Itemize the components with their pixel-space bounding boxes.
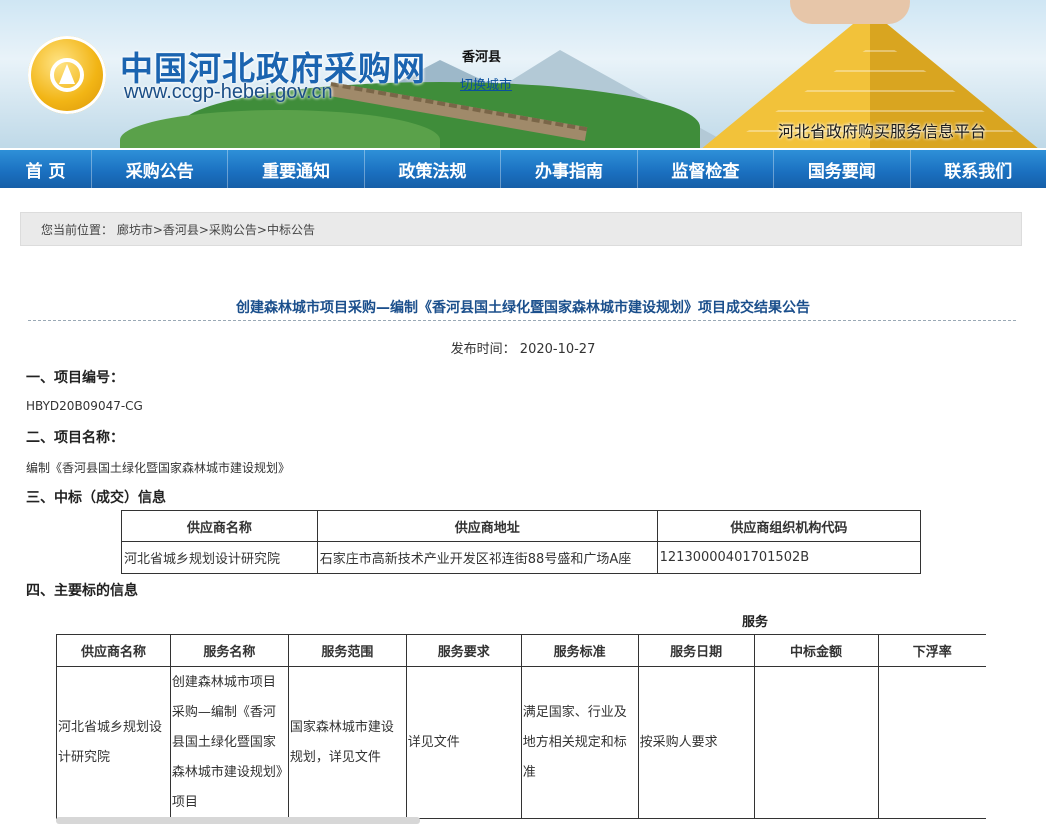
- horizontal-scrollbar[interactable]: [56, 817, 420, 824]
- header-banner: 中国河北政府采购网 www.ccgp-hebei.gov.cn 香河县 切换城市…: [0, 0, 1046, 148]
- cell-service-standard: 满足国家、行业及地方相关规定和标准: [520, 666, 639, 819]
- nav-guide[interactable]: 办事指南: [501, 150, 638, 188]
- cell-supplier-code: 12130000401701502B: [656, 541, 922, 574]
- col-award-amount: 中标金额: [753, 634, 879, 667]
- site-url: www.ccgp-hebei.gov.cn: [124, 81, 333, 103]
- platform-name: 河北省政府购买服务信息平台: [778, 122, 987, 141]
- table-header-row: 供应商名称 服务名称 服务范围 服务要求 服务标准 服务日期 中标金额 下浮率: [56, 634, 986, 667]
- main-nav: 首 页 采购公告 重要通知 政策法规 办事指南 监督检查 国务要闻 联系我们: [0, 150, 1046, 188]
- nav-important-notices[interactable]: 重要通知: [228, 150, 365, 188]
- col-service-standard: 服务标准: [520, 634, 639, 667]
- nav-procurement-notices[interactable]: 采购公告: [92, 150, 229, 188]
- nav-state-news[interactable]: 国务要闻: [774, 150, 911, 188]
- col-supplier-address: 供应商地址: [316, 510, 658, 542]
- cell-supplier-address: 石家庄市高新技术产业开发区祁连街88号盛和广场A座: [316, 541, 658, 574]
- section-award-info: 三、中标（成交）信息: [26, 490, 166, 506]
- col-discount-rate: 下浮率: [877, 634, 986, 667]
- cell-award-amount: [753, 666, 879, 819]
- col-supplier-code: 供应商组织机构代码: [656, 510, 922, 542]
- cell-service-date: 按采购人要求: [637, 666, 755, 819]
- service-table: 供应商名称 服务名称 服务范围 服务要求 服务标准 服务日期 中标金额 下浮率 …: [56, 634, 986, 819]
- col-supplier-name: 供应商名称: [121, 510, 318, 542]
- breadcrumb-text[interactable]: 您当前位置： 廊坊市>香河县>采购公告>中标公告: [41, 221, 315, 238]
- col-service-date: 服务日期: [637, 634, 755, 667]
- col-service-requirement: 服务要求: [405, 634, 522, 667]
- section-main-subject: 四、主要标的信息: [26, 583, 138, 599]
- supplier-table: 供应商名称 供应商地址 供应商组织机构代码 河北省城乡规划设计研究院 石家庄市高…: [121, 510, 922, 574]
- publish-time: 发布时间： 2020-10-27: [0, 338, 1046, 357]
- col-service-scope: 服务范围: [287, 634, 407, 667]
- table-header-row: 供应商名称 供应商地址 供应商组织机构代码: [121, 510, 922, 542]
- col-service-name: 服务名称: [169, 634, 289, 667]
- cell-service-requirement: 详见文件: [405, 666, 522, 819]
- hand-graphic: [790, 0, 910, 24]
- col-supplier-name: 供应商名称: [56, 634, 171, 667]
- nav-supervision[interactable]: 监督检查: [638, 150, 775, 188]
- publish-time-label: 发布时间：: [450, 342, 516, 357]
- section-project-name: 二、项目名称：: [26, 430, 124, 446]
- table-row: 河北省城乡规划设计研究院 创建森林城市项目采购—编制《香河县国土绿化暨国家森林城…: [56, 666, 986, 819]
- publish-date: 2020-10-27: [519, 342, 596, 357]
- service-caption: 服务: [742, 615, 769, 630]
- article-title: 创建森林城市项目采购—编制《香河县国土绿化暨国家森林城市建设规划》项目成交结果公…: [236, 300, 810, 316]
- current-county: 香河县: [462, 50, 502, 65]
- cell-service-name: 创建森林城市项目采购—编制《香河县国土绿化暨国家森林城市建设规划》项目: [169, 666, 289, 819]
- project-number-value: HBYD20B09047-CG: [26, 399, 143, 413]
- cell-discount-rate: [877, 666, 986, 819]
- table-row: 河北省城乡规划设计研究院 石家庄市高新技术产业开发区祁连街88号盛和广场A座 1…: [121, 541, 922, 574]
- nav-policies[interactable]: 政策法规: [365, 150, 502, 188]
- section-project-number: 一、项目编号：: [26, 370, 124, 386]
- nav-home[interactable]: 首 页: [0, 150, 92, 188]
- site-logo-icon[interactable]: [28, 36, 106, 114]
- cell-supplier-name: 河北省城乡规划设计研究院: [121, 541, 318, 574]
- project-name-value: 编制《香河县国土绿化暨国家森林城市建设规划》: [26, 461, 291, 475]
- cell-supplier-name: 河北省城乡规划设计研究院: [56, 666, 171, 819]
- nav-contact[interactable]: 联系我们: [911, 150, 1046, 188]
- title-divider: [28, 320, 1016, 321]
- cell-service-scope: 国家森林城市建设规划，详见文件: [287, 666, 407, 819]
- breadcrumb: 您当前位置： 廊坊市>香河县>采购公告>中标公告: [20, 212, 1022, 246]
- switch-city-link[interactable]: 切换城市: [460, 74, 512, 93]
